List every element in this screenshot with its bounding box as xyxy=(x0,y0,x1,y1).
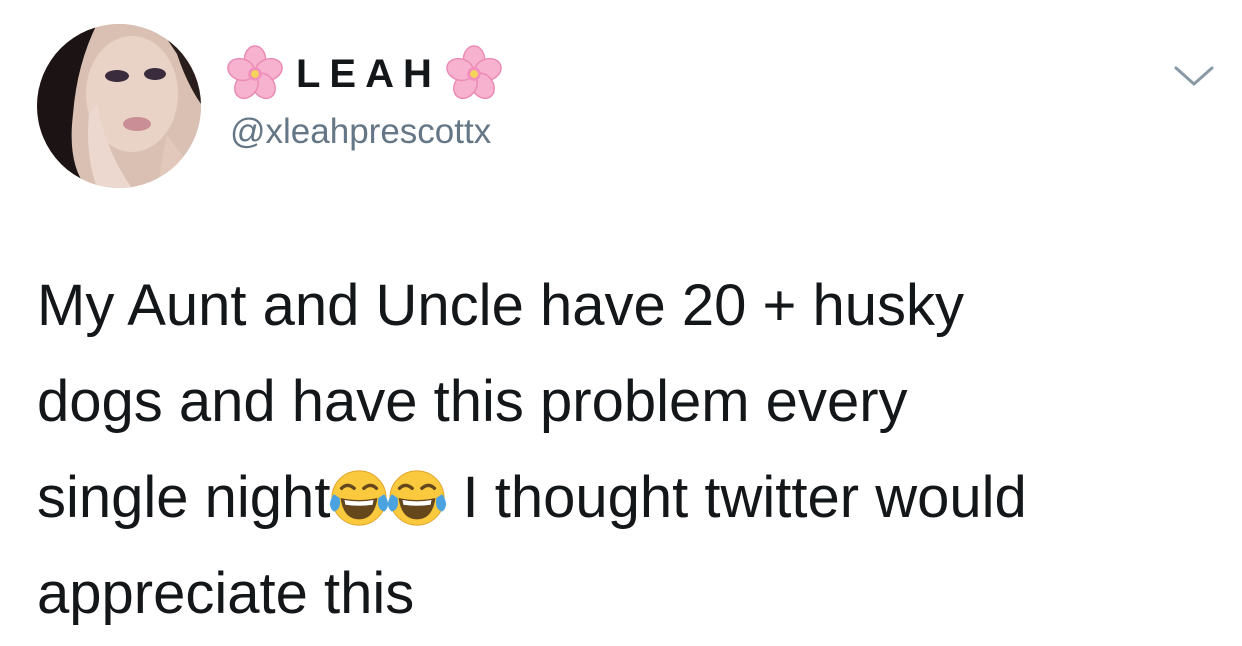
tweet-text-line: single night I thought twitter would xyxy=(37,450,1217,546)
user-handle[interactable]: @xleahprescottx xyxy=(230,108,491,156)
avatar-image xyxy=(37,24,201,188)
face-with-tears-of-joy-icon xyxy=(330,470,389,526)
tweet-text-line: My Aunt and Uncle have 20 + husky xyxy=(37,273,964,338)
tweet-text-line: appreciate this xyxy=(37,561,415,626)
cherry-blossom-icon xyxy=(446,45,502,100)
tweet-text-segment: single night xyxy=(37,465,331,530)
face-with-tears-of-joy-icon xyxy=(388,470,447,526)
chevron-down-icon[interactable] xyxy=(1172,62,1216,90)
cherry-blossom-icon xyxy=(227,45,283,100)
display-name[interactable]: LEAH xyxy=(296,44,441,104)
tweet-text-line: dogs and have this problem every xyxy=(37,369,908,434)
tweet-card: LEAH @xleahprescottx My Aunt and Uncle h… xyxy=(0,0,1242,646)
tweet-text: My Aunt and Uncle have 20 + husky dogs a… xyxy=(37,258,1217,642)
avatar[interactable] xyxy=(37,24,201,188)
display-name-row: LEAH xyxy=(226,44,503,104)
tweet-text-segment: I thought twitter would xyxy=(446,465,1027,530)
